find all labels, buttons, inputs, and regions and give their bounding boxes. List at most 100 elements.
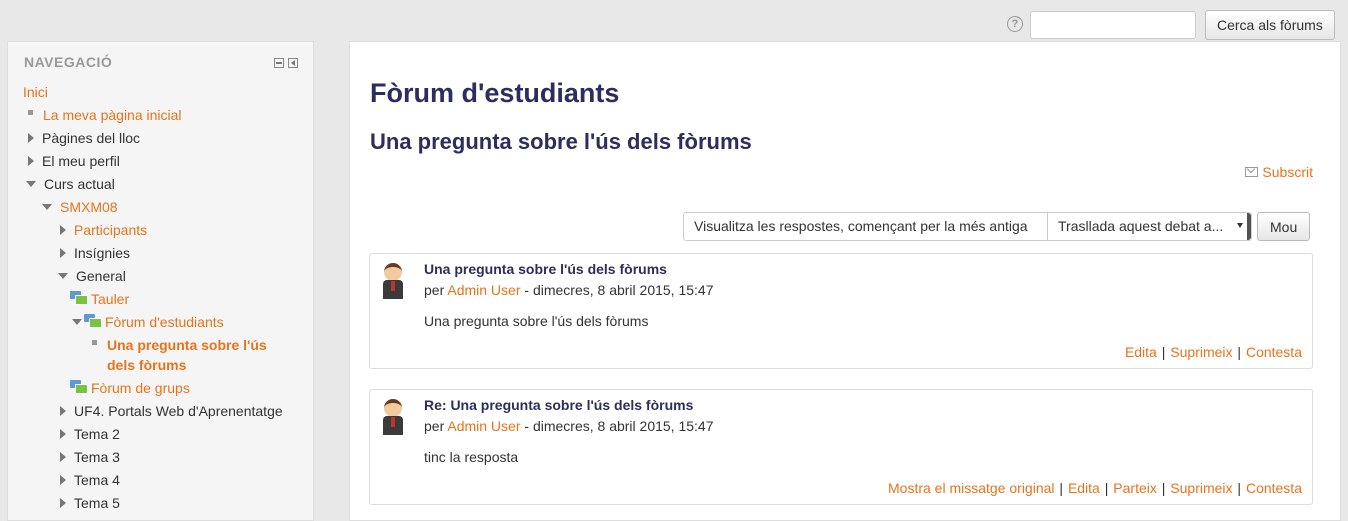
mail-icon bbox=[1245, 167, 1259, 178]
expand-arrow-icon[interactable] bbox=[28, 156, 34, 167]
post-date: - dimecres, 8 abril 2015, 15:47 bbox=[524, 282, 714, 298]
nav-badges-label[interactable]: Insígnies bbox=[74, 245, 130, 261]
nav-current-discussion[interactable]: Una pregunta sobre l'ús bbox=[92, 335, 267, 355]
nav-my-profile[interactable]: El meu perfil bbox=[28, 151, 120, 171]
nav-group-forum-label[interactable]: Fòrum de grups bbox=[91, 380, 190, 396]
nav-participants[interactable]: Participants bbox=[60, 220, 147, 240]
separator: | bbox=[1237, 344, 1242, 360]
reply-link[interactable]: Contesta bbox=[1246, 344, 1302, 360]
forum-search-input[interactable] bbox=[1030, 11, 1196, 39]
nav-home-label[interactable]: Inici bbox=[23, 84, 48, 100]
discussion-title: Una pregunta sobre l'ús dels fòrums bbox=[370, 129, 752, 154]
post-meta: per Admin User - dimecres, 8 abril 2015,… bbox=[424, 418, 714, 434]
collapse-arrow-icon[interactable] bbox=[58, 273, 68, 280]
nav-group-forum[interactable]: Fòrum de grups bbox=[70, 378, 190, 398]
expand-arrow-icon[interactable] bbox=[60, 498, 66, 509]
nav-topic4-label[interactable]: Tema 4 bbox=[74, 472, 120, 488]
expand-arrow-icon[interactable] bbox=[60, 406, 66, 417]
nav-site-pages-label[interactable]: Pàgines del lloc bbox=[42, 130, 140, 146]
separator: | bbox=[1237, 480, 1242, 496]
nav-topic5[interactable]: Tema 5 bbox=[60, 493, 120, 513]
post-author-link[interactable]: Admin User bbox=[447, 282, 520, 298]
nav-site-pages[interactable]: Pàgines del lloc bbox=[28, 128, 140, 148]
select-scroll-bar bbox=[1247, 213, 1251, 240]
collapse-block-icon[interactable] bbox=[274, 58, 284, 68]
post-meta: per Admin User - dimecres, 8 abril 2015,… bbox=[424, 282, 714, 298]
post-by: per bbox=[424, 418, 445, 434]
split-link[interactable]: Parteix bbox=[1113, 480, 1157, 496]
nav-board[interactable]: Tauler bbox=[70, 289, 129, 309]
show-parent-link[interactable]: Mostra el missatge original bbox=[888, 480, 1055, 496]
nav-topic3[interactable]: Tema 3 bbox=[60, 447, 120, 467]
move-select-label[interactable]: Trasllada aquest debat a... bbox=[1058, 218, 1223, 234]
search-forums-button[interactable]: Cerca als fòrums bbox=[1205, 10, 1335, 40]
nav-topic4[interactable]: Tema 4 bbox=[60, 470, 120, 490]
nav-my-profile-label[interactable]: El meu perfil bbox=[42, 153, 120, 169]
reply-link[interactable]: Contesta bbox=[1246, 480, 1302, 496]
expand-arrow-icon[interactable] bbox=[60, 225, 66, 236]
nav-my-home-label[interactable]: La meva pàgina inicial bbox=[43, 107, 182, 123]
nav-general[interactable]: General bbox=[58, 266, 126, 286]
nav-my-home[interactable]: La meva pàgina inicial bbox=[28, 105, 182, 125]
avatar[interactable] bbox=[378, 399, 408, 435]
nav-uf4[interactable]: UF4. Portals Web d'Aprenentatge bbox=[60, 401, 283, 421]
nav-participants-label[interactable]: Participants bbox=[74, 222, 147, 238]
separator: | bbox=[1161, 480, 1166, 496]
forum-icon bbox=[70, 380, 88, 395]
main-region: Fòrum d'estudiants Una pregunta sobre l'… bbox=[349, 41, 1341, 521]
nav-topic2[interactable]: Tema 2 bbox=[60, 424, 120, 444]
forum-post: Una pregunta sobre l'ús dels fòrums per … bbox=[369, 253, 1313, 369]
separator: | bbox=[1161, 344, 1166, 360]
avatar[interactable] bbox=[378, 263, 408, 299]
nav-current-discussion-cont[interactable]: dels fòrums bbox=[107, 355, 186, 375]
separator: | bbox=[1104, 480, 1109, 496]
help-icon[interactable]: ? bbox=[1007, 16, 1023, 32]
edit-link[interactable]: Edita bbox=[1125, 344, 1157, 360]
nav-topic2-label[interactable]: Tema 2 bbox=[74, 426, 120, 442]
nav-course[interactable]: SMXM08 bbox=[42, 197, 118, 217]
nav-student-forum-label[interactable]: Fòrum d'estudiants bbox=[105, 314, 224, 330]
expand-arrow-icon[interactable] bbox=[60, 452, 66, 463]
nav-board-label[interactable]: Tauler bbox=[91, 291, 129, 307]
expand-arrow-icon[interactable] bbox=[60, 475, 66, 486]
nav-discussion-label-line1[interactable]: Una pregunta sobre l'ús bbox=[107, 337, 267, 353]
post-by: per bbox=[424, 282, 445, 298]
delete-link[interactable]: Suprimeix bbox=[1170, 344, 1232, 360]
edit-link[interactable]: Edita bbox=[1068, 480, 1100, 496]
expand-arrow-icon[interactable] bbox=[28, 133, 34, 144]
nav-home[interactable]: Inici bbox=[23, 82, 48, 102]
post-subject: Re: Una pregunta sobre l'ús dels fòrums bbox=[424, 397, 694, 413]
nav-general-label[interactable]: General bbox=[76, 268, 126, 284]
post-commands: Edita | Suprimeix | Contesta bbox=[1125, 344, 1302, 360]
delete-link[interactable]: Suprimeix bbox=[1170, 480, 1232, 496]
expand-arrow-icon[interactable] bbox=[60, 429, 66, 440]
post-body: tinc la resposta bbox=[424, 449, 519, 465]
collapse-arrow-icon[interactable] bbox=[26, 181, 36, 188]
post-commands: Mostra el missatge original | Edita | Pa… bbox=[888, 480, 1302, 496]
display-mode-select[interactable]: Visualitza les respostes, començant per … bbox=[683, 212, 1048, 241]
nav-student-forum[interactable]: Fòrum d'estudiants bbox=[72, 312, 224, 332]
move-discussion-select[interactable]: Trasllada aquest debat a... bbox=[1047, 212, 1252, 241]
expand-arrow-icon[interactable] bbox=[60, 248, 66, 259]
nav-badges[interactable]: Insígnies bbox=[60, 243, 130, 263]
dropdown-arrow-icon[interactable] bbox=[1237, 223, 1243, 228]
collapse-arrow-icon[interactable] bbox=[72, 319, 82, 326]
collapse-arrow-icon[interactable] bbox=[42, 204, 52, 211]
post-author-link[interactable]: Admin User bbox=[447, 418, 520, 434]
nav-current-course-label[interactable]: Curs actual bbox=[44, 176, 115, 192]
post-subject: Una pregunta sobre l'ús dels fòrums bbox=[424, 261, 667, 277]
move-button[interactable]: Mou bbox=[1257, 212, 1311, 241]
nav-course-label[interactable]: SMXM08 bbox=[60, 199, 118, 215]
forum-title: Fòrum d'estudiants bbox=[370, 78, 620, 108]
nav-topic3-label[interactable]: Tema 3 bbox=[74, 449, 120, 465]
nav-discussion-label-line2[interactable]: dels fòrums bbox=[107, 357, 186, 373]
subscribe-label[interactable]: Subscrit bbox=[1262, 164, 1313, 180]
navigation-block: NAVEGACIÓ Inici La meva pàgina inicial P… bbox=[7, 41, 314, 521]
subscribe-link[interactable]: Subscrit bbox=[1245, 164, 1313, 180]
nav-uf4-label[interactable]: UF4. Portals Web d'Aprenentatge bbox=[74, 403, 283, 419]
forum-icon bbox=[84, 314, 102, 329]
forum-post: Re: Una pregunta sobre l'ús dels fòrums … bbox=[369, 389, 1313, 505]
dock-block-icon[interactable] bbox=[288, 58, 298, 68]
nav-current-course[interactable]: Curs actual bbox=[26, 174, 115, 194]
bullet-icon bbox=[28, 109, 33, 115]
